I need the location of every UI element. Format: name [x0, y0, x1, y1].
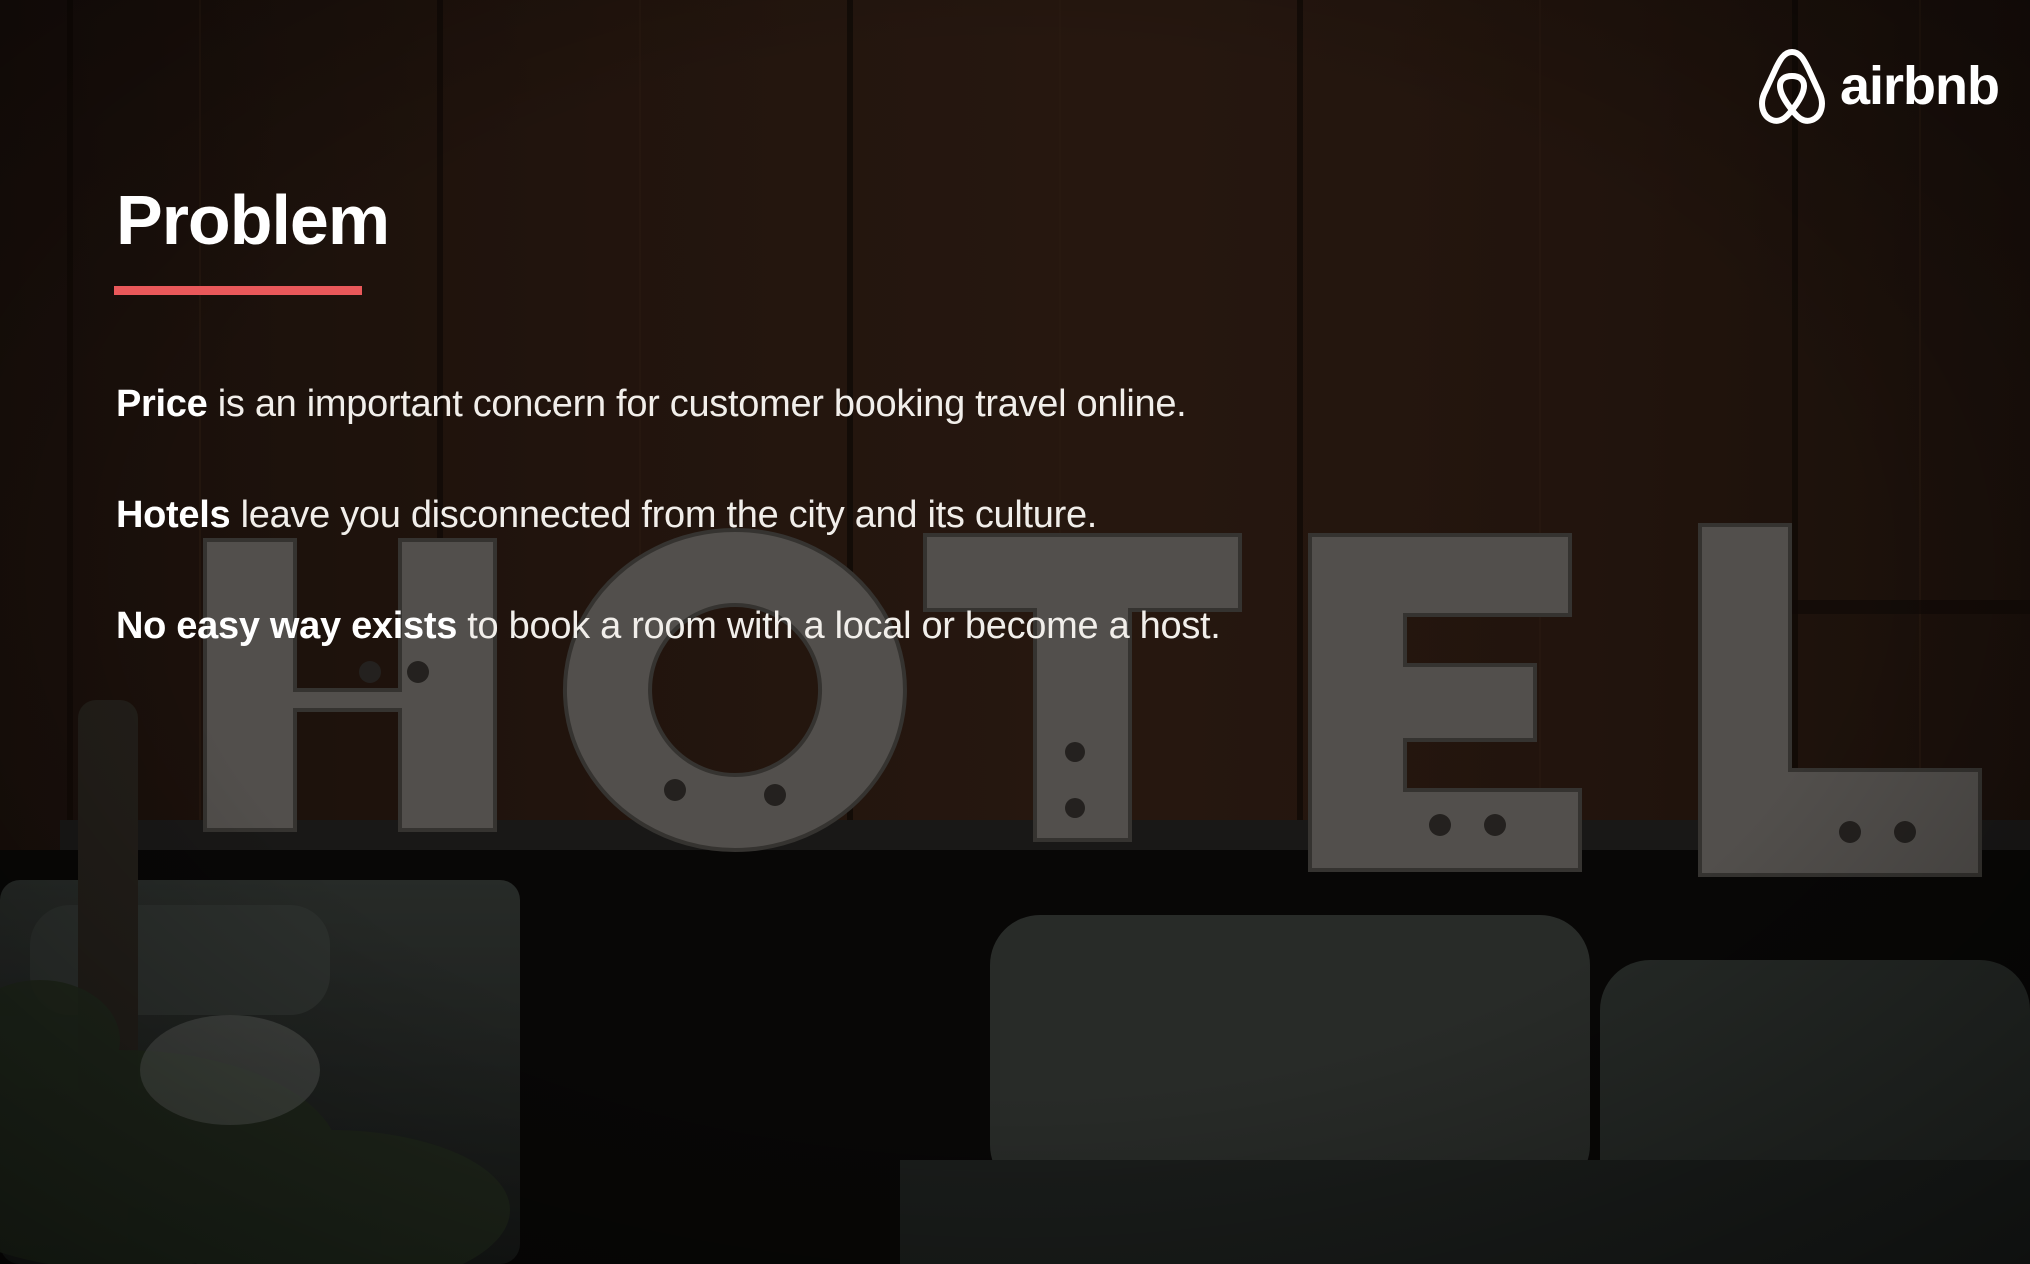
problem-point-price: Price is an important concern for custom… — [116, 383, 1187, 426]
airbnb-belo-icon — [1759, 49, 1825, 124]
problem-slide: airbnb Problem Price is an important con… — [0, 0, 2030, 1264]
problem-point-hotels: Hotels leave you disconnected from the c… — [116, 494, 1097, 537]
airbnb-logo: airbnb — [1756, 44, 2000, 128]
point-text: leave you disconnected from the city and… — [230, 494, 1098, 536]
slide-title: Problem — [116, 181, 390, 259]
point-text: is an important concern for customer boo… — [207, 383, 1187, 425]
point-keyword: No easy way exists — [116, 605, 458, 647]
point-text: to book a room with a local or become a … — [457, 605, 1221, 647]
point-keyword: Hotels — [116, 494, 231, 536]
airbnb-wordmark: airbnb — [1840, 56, 2000, 116]
point-keyword: Price — [116, 383, 208, 425]
problem-point-no-easy-way: No easy way exists to book a room with a… — [116, 605, 1221, 648]
title-underline — [114, 286, 362, 295]
